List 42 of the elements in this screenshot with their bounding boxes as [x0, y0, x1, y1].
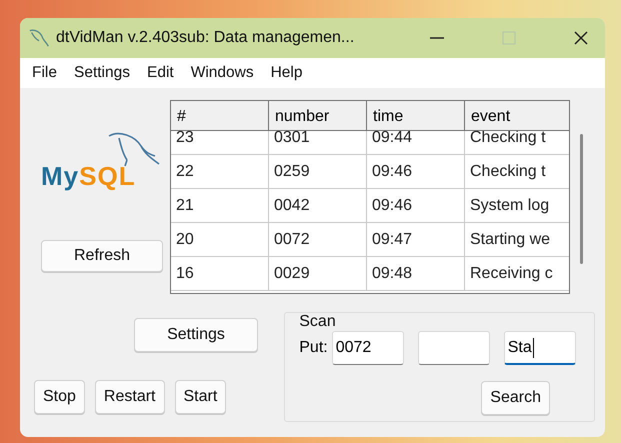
table-cell: 09:46: [367, 189, 465, 222]
table-cell: 0029: [269, 257, 367, 290]
table-cell: 0301: [269, 131, 367, 154]
table-cell: 23: [171, 131, 269, 154]
scrollbar[interactable]: [580, 134, 583, 264]
table-cell: 20: [171, 223, 269, 256]
table-cell: 09:44: [367, 131, 465, 154]
window-title: dtVidMan v.2.403sub: Data managemen...: [56, 29, 354, 47]
menu-item[interactable]: Help: [268, 64, 310, 82]
column-header[interactable]: event: [465, 101, 563, 130]
table-cell-text: Receiving c: [469, 264, 554, 284]
table-cell: 09:48: [367, 257, 465, 290]
menu-item[interactable]: File: [30, 64, 65, 82]
control-button[interactable]: Stop: [34, 380, 85, 414]
mysql-logo: MySQL: [41, 130, 163, 200]
field-label: Put:: [299, 339, 328, 357]
menu-item[interactable]: Edit: [145, 64, 182, 82]
control-button[interactable]: Restart: [94, 380, 164, 414]
column-header[interactable]: #: [171, 101, 269, 130]
menu-item[interactable]: Windows: [188, 64, 262, 82]
table-cell: 21: [171, 189, 269, 222]
control-button[interactable]: Start: [174, 380, 226, 414]
table-cell: 16: [171, 257, 269, 290]
table-cell-text: Starting we: [469, 230, 552, 250]
menu-item[interactable]: Settings: [72, 64, 138, 82]
group-title: Scan: [299, 313, 337, 331]
column-header[interactable]: number: [269, 101, 367, 130]
search-button[interactable]: Search: [481, 381, 550, 415]
table-cell: 09:46: [367, 155, 465, 188]
table-cell-text: System log: [469, 196, 550, 216]
table-cell: 0072: [269, 223, 367, 256]
settings-button[interactable]: Settings: [134, 318, 258, 352]
input-field[interactable]: Sta: [504, 331, 576, 365]
input-field[interactable]: 0072: [332, 331, 404, 365]
table-cell: 22: [171, 155, 269, 188]
table-cell: 0259: [269, 155, 367, 188]
table-cell: 0042: [269, 189, 367, 222]
refresh-button[interactable]: Refresh: [41, 240, 163, 272]
input-field[interactable]: [418, 331, 490, 365]
table-cell-text: Checking t: [469, 162, 547, 182]
table-cell: 09:47: [367, 223, 465, 256]
column-header[interactable]: time: [367, 101, 465, 130]
